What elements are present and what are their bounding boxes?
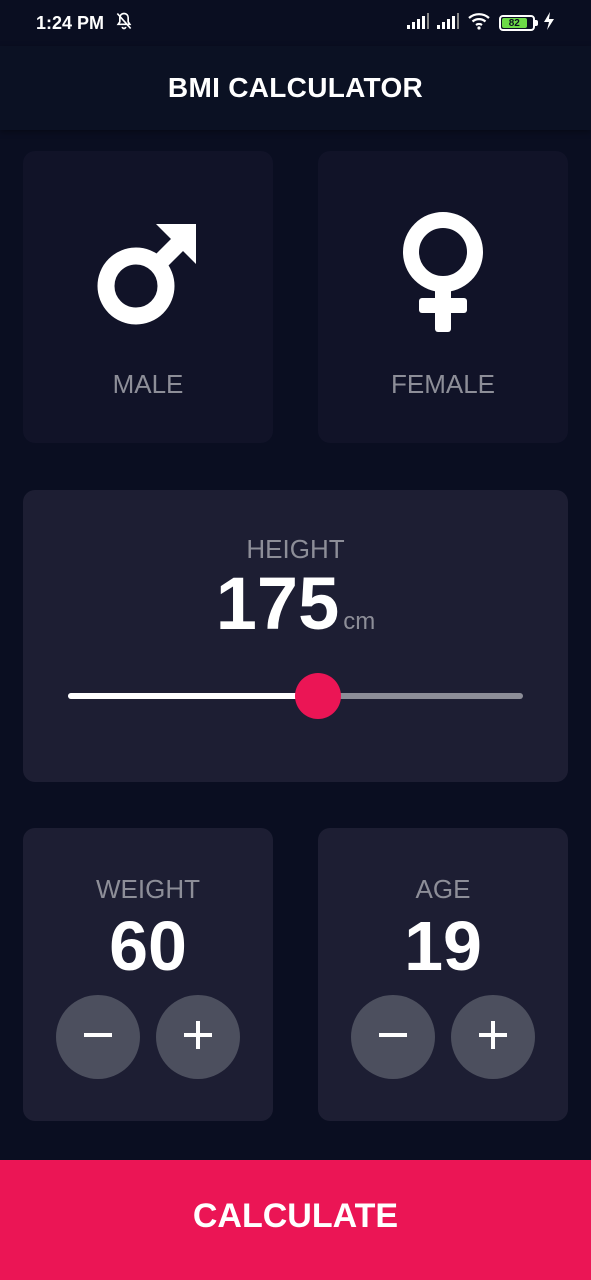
height-card: HEIGHT 175 cm [23, 490, 568, 782]
height-readout: 175 cm [216, 567, 375, 641]
age-increment-button[interactable] [451, 995, 535, 1079]
plus-icon [478, 1020, 508, 1055]
battery-icon: 82 [499, 15, 538, 31]
status-bar: 1:24 PM 82 [0, 0, 591, 46]
signal-icon [407, 12, 429, 34]
app-bar: BMI CALCULATOR [0, 46, 591, 130]
male-symbol-icon [88, 209, 208, 339]
bell-off-icon [114, 11, 134, 36]
female-card[interactable]: FEMALE [318, 151, 568, 443]
height-value: 175 [215, 562, 340, 645]
weight-card: WEIGHT 60 [23, 828, 273, 1121]
age-label: AGE [415, 874, 471, 904]
female-label: FEMALE [390, 369, 496, 399]
calculate-label: CALCULATE [192, 1196, 399, 1235]
male-card[interactable]: MALE [23, 151, 273, 443]
age-card: AGE 19 [318, 828, 568, 1121]
female-symbol-icon [383, 209, 503, 339]
status-left: 1:24 PM [36, 11, 134, 36]
age-controls [351, 995, 535, 1079]
weight-value: 60 [109, 907, 187, 985]
calculate-button[interactable]: CALCULATE [0, 1160, 591, 1280]
battery-level: 82 [502, 18, 527, 29]
minus-icon [83, 1020, 113, 1055]
slider-active-track[interactable] [68, 693, 319, 699]
minus-icon [378, 1020, 408, 1055]
weight-label: WEIGHT [96, 874, 200, 904]
charging-icon [543, 11, 555, 35]
height-slider[interactable] [68, 673, 523, 723]
bmi-calculator-screen: 1:24 PM 82 BMI CALCULATOR MALE FEMALE HE… [0, 0, 591, 1280]
wifi-icon [467, 12, 491, 35]
plus-icon [183, 1020, 213, 1055]
male-label: MALE [112, 369, 184, 399]
slider-thumb[interactable] [295, 673, 342, 719]
status-right: 82 [407, 11, 555, 35]
height-label: HEIGHT [246, 534, 345, 564]
age-decrement-button[interactable] [351, 995, 435, 1079]
weight-increment-button[interactable] [156, 995, 240, 1079]
status-time: 1:24 PM [36, 12, 105, 33]
height-unit: cm [343, 608, 376, 635]
signal-icon [437, 12, 459, 34]
app-title: BMI CALCULATOR [167, 72, 424, 103]
weight-decrement-button[interactable] [56, 995, 140, 1079]
weight-controls [56, 995, 240, 1079]
age-value: 19 [404, 907, 482, 985]
